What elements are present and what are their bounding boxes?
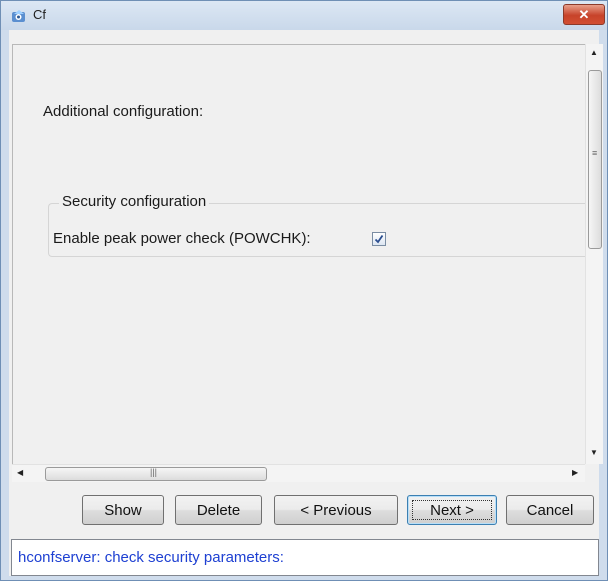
show-button[interactable]: Show <box>82 495 164 525</box>
focus-ring <box>412 500 492 520</box>
grip-icon: ≡ <box>592 148 598 158</box>
horizontal-scroll-thumb[interactable]: ||| <box>45 467 267 481</box>
section-heading: Additional configuration: <box>43 103 204 120</box>
app-icon <box>11 8 27 24</box>
previous-button[interactable]: < Previous <box>274 495 398 525</box>
scroll-up-arrow-icon[interactable]: ▲ <box>590 48 598 57</box>
peak-power-check-label: Enable peak power check (POWCHK): <box>53 230 311 247</box>
peak-power-checkbox[interactable] <box>372 232 386 246</box>
scroll-left-arrow-icon[interactable]: ◀ <box>17 468 23 477</box>
delete-button-label: Delete <box>196 502 241 519</box>
cancel-button-label: Cancel <box>526 502 574 519</box>
close-button[interactable]: ✕ <box>563 4 605 25</box>
status-message: hconfserver: check security parameters: <box>18 549 284 566</box>
checkmark-icon <box>374 234 384 244</box>
horizontal-scrollbar[interactable]: ◀ ||| ▶ <box>12 464 585 482</box>
dialog-window: Cf ✕ Additional configuration: Security … <box>0 0 608 581</box>
title-bar[interactable]: Cf ✕ <box>1 1 607 30</box>
security-group-legend: Security configuration <box>59 193 210 210</box>
cancel-button[interactable]: Cancel <box>506 495 594 525</box>
security-group: Security configuration Enable peak power… <box>48 193 586 257</box>
scroll-right-arrow-icon[interactable]: ▶ <box>572 468 578 477</box>
show-button-label: Show <box>104 502 142 519</box>
scroll-down-arrow-icon[interactable]: ▼ <box>590 448 598 457</box>
grip-icon: ||| <box>150 467 158 477</box>
delete-button[interactable]: Delete <box>175 495 262 525</box>
previous-button-label: < Previous <box>300 502 372 519</box>
config-panel: Additional configuration: Security confi… <box>12 44 586 465</box>
vertical-scrollbar[interactable]: ▲ ≡ ▼ <box>585 44 603 464</box>
next-button[interactable]: Next > <box>407 495 497 525</box>
window-title: Cf <box>33 7 46 22</box>
vertical-scroll-thumb[interactable]: ≡ <box>588 70 602 249</box>
close-icon: ✕ <box>578 7 590 22</box>
status-bar: hconfserver: check security parameters: <box>11 539 599 576</box>
